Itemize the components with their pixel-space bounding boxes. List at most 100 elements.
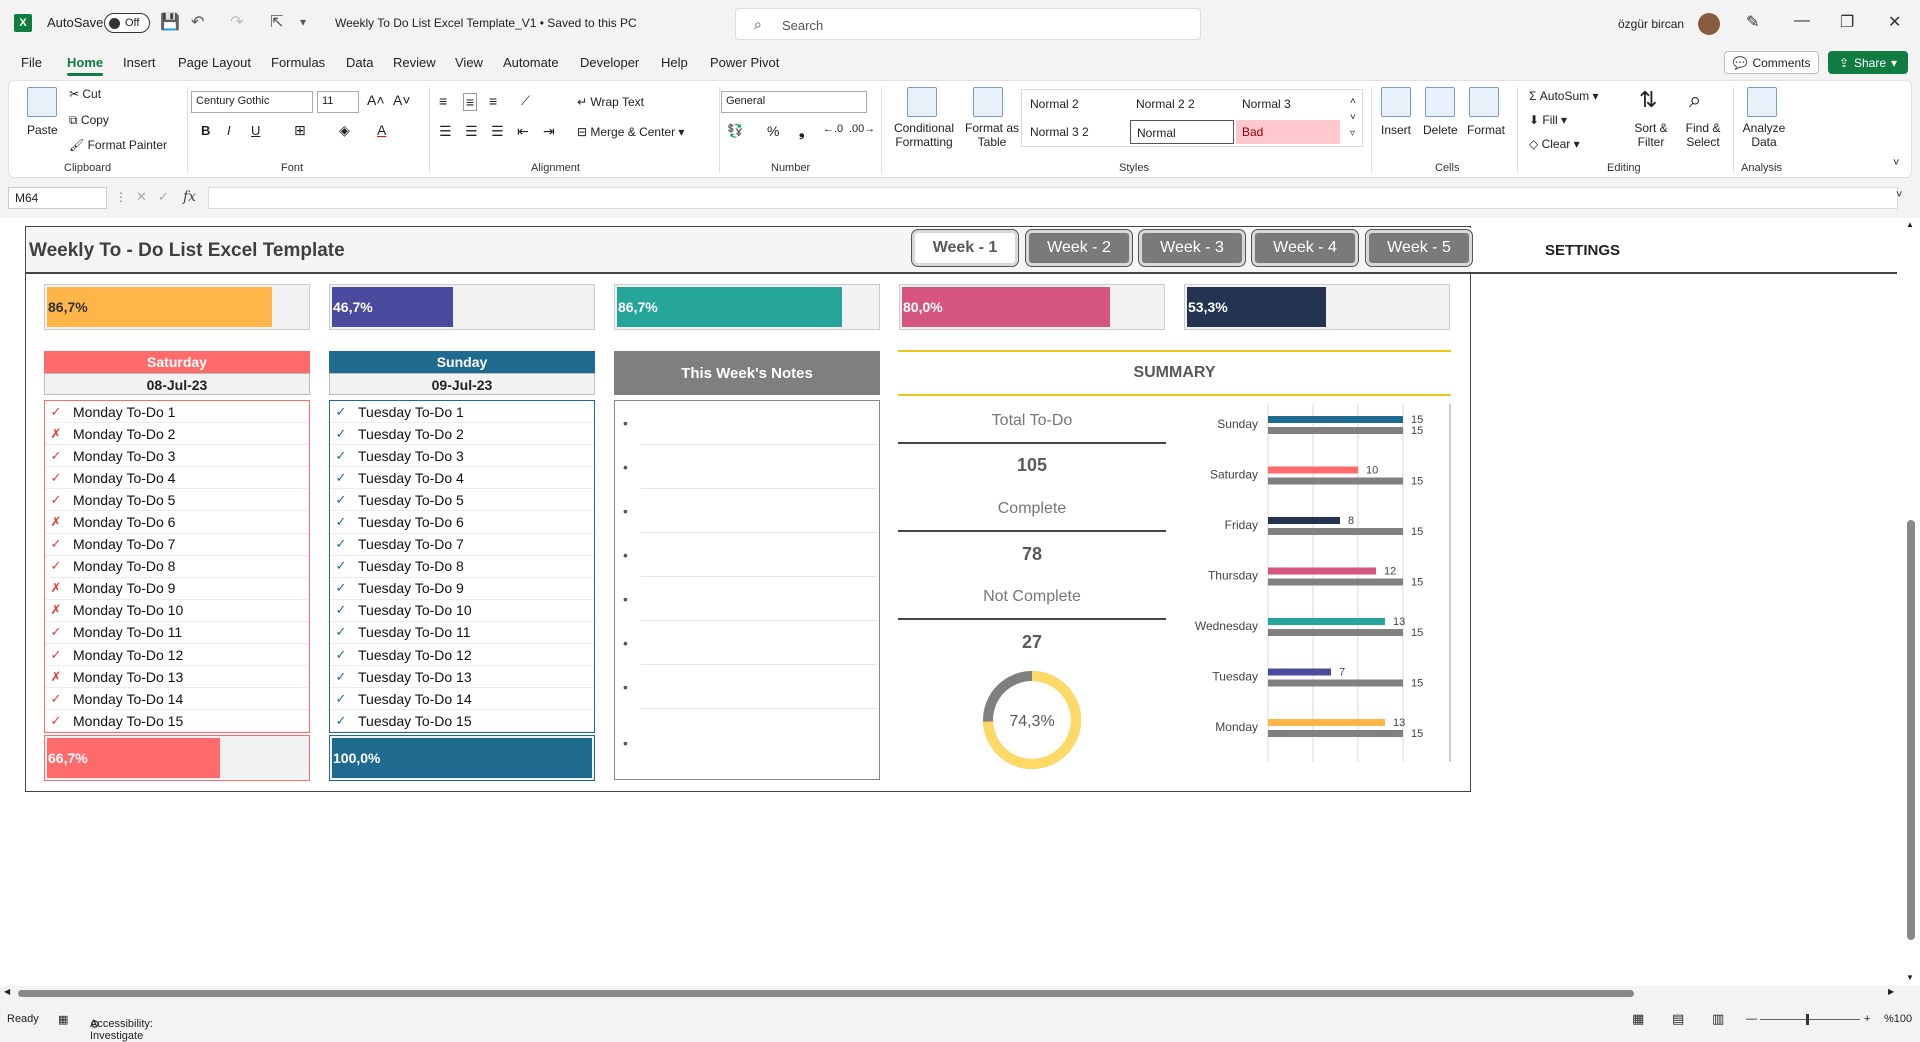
task-row[interactable]: ✓ Monday To-Do 11 [45, 622, 309, 645]
find-icon[interactable]: ⌕ [1689, 87, 1701, 113]
scroll-right-icon[interactable]: ▶ [1888, 987, 1894, 996]
task-row[interactable]: ✓ Tuesday To-Do 15 [330, 710, 594, 733]
task-row[interactable]: ✓ Monday To-Do 8 [45, 556, 309, 578]
grow-font-icon[interactable]: A˄ [367, 92, 385, 108]
note-row[interactable]: • [623, 533, 877, 577]
tab-page-layout[interactable]: Page Layout [178, 55, 251, 70]
conditional-formatting-icon[interactable] [907, 87, 937, 117]
font-size-dropdown[interactable]: 11 [317, 91, 359, 113]
orientation-icon[interactable]: ⟋ [521, 93, 530, 109]
week-2-button[interactable]: Week - 2 [1026, 230, 1132, 266]
align-left-icon[interactable]: ☰ [439, 123, 452, 140]
align-top-icon[interactable]: ≡ [439, 93, 447, 109]
task-row[interactable]: ✓ Tuesday To-Do 13 [330, 666, 594, 689]
style-normal-2[interactable]: Normal 2 [1024, 92, 1128, 116]
merge-center-button[interactable]: ⊟ Merge & Center ▾ [577, 125, 684, 139]
insert-button[interactable]: Insert [1381, 123, 1411, 137]
tab-power-pivot[interactable]: Power Pivot [710, 55, 779, 70]
autosum-button[interactable]: Σ AutoSum ▾ [1529, 89, 1598, 103]
task-row[interactable]: ✓ Tuesday To-Do 7 [330, 534, 594, 556]
format-painter-button[interactable]: 🖌 Format Painter [69, 138, 167, 152]
insert-function-icon[interactable]: fx [183, 189, 196, 205]
format-as-table-button[interactable]: Format as Table [961, 121, 1023, 149]
redo-icon[interactable]: ↷ [230, 12, 243, 32]
settings-link[interactable]: SETTINGS [1545, 242, 1620, 259]
shrink-font-icon[interactable]: A˅ [393, 92, 411, 108]
note-row[interactable]: • [623, 577, 877, 621]
tab-insert[interactable]: Insert [123, 55, 156, 70]
insert-cells-icon[interactable] [1381, 87, 1411, 117]
minimize-icon[interactable]: — [1794, 12, 1810, 30]
scroll-up-icon[interactable]: ▲ [1906, 220, 1914, 229]
share-button[interactable]: ⇪ Share ▾ [1828, 51, 1908, 74]
currency-icon[interactable]: 💱 [727, 123, 743, 139]
cancel-icon[interactable]: ✕ [136, 189, 147, 205]
scroll-down-icon[interactable]: ▼ [1906, 973, 1914, 982]
task-row[interactable]: ✗ Monday To-Do 6 [45, 511, 309, 534]
comma-icon[interactable]: ❟ [799, 123, 805, 140]
sort-filter-icon[interactable]: ⇅ [1639, 87, 1657, 113]
tab-home[interactable]: Home [67, 55, 104, 76]
task-row[interactable]: ✓ Tuesday To-Do 8 [330, 556, 594, 578]
note-row[interactable]: • [623, 445, 877, 489]
find-select-button[interactable]: Find & Select [1677, 121, 1729, 149]
task-row[interactable]: ✓ Monday To-Do 4 [45, 467, 309, 490]
delete-cells-icon[interactable] [1425, 87, 1455, 117]
style-normal[interactable]: Normal [1130, 120, 1234, 144]
comments-button[interactable]: 💬 Comments [1724, 51, 1819, 74]
horizontal-scrollbar[interactable]: ◀ ▶ [0, 986, 1902, 1000]
increase-decimal-icon[interactable]: ←.0 [823, 123, 843, 135]
format-as-table-icon[interactable] [973, 87, 1003, 117]
style-bad[interactable]: Bad [1236, 120, 1340, 144]
bold-icon[interactable]: B [201, 123, 210, 138]
pen-icon[interactable]: ✎ [1746, 12, 1759, 32]
week-5-button[interactable]: Week - 5 [1366, 230, 1472, 266]
task-row[interactable]: ✓ Tuesday To-Do 2 [330, 423, 594, 446]
scroll-left-icon[interactable]: ◀ [4, 987, 10, 996]
note-row[interactable]: • [623, 401, 877, 445]
cut-button[interactable]: ✂ Cut [69, 87, 101, 101]
delete-button[interactable]: Delete [1423, 123, 1458, 137]
tab-help[interactable]: Help [661, 55, 688, 70]
more-styles-icon[interactable]: ▿ [1350, 128, 1355, 139]
week-3-button[interactable]: Week - 3 [1139, 230, 1245, 266]
document-title[interactable]: Weekly To Do List Excel Template_V1 • Sa… [335, 16, 637, 30]
expand-formula-icon[interactable]: ˅ [1896, 189, 1902, 201]
autosave-toggle[interactable]: Off [104, 13, 150, 33]
undo-icon[interactable]: ↶ [191, 12, 204, 32]
task-row[interactable]: ✓ Monday To-Do 3 [45, 445, 309, 468]
vertical-scrollbar[interactable]: ▲ ▼ [1902, 218, 1920, 986]
page-break-view-icon[interactable]: ▥ [1712, 1011, 1724, 1027]
restore-icon[interactable]: ❐ [1840, 12, 1854, 32]
scroll-up-icon[interactable]: ˄ [1350, 96, 1356, 107]
align-bottom-icon[interactable]: ≡ [489, 93, 497, 109]
task-row[interactable]: ✓ Monday To-Do 14 [45, 688, 309, 711]
scroll-down-icon[interactable]: ˅ [1350, 112, 1356, 123]
tab-review[interactable]: Review [393, 55, 436, 70]
tab-automate[interactable]: Automate [503, 55, 559, 70]
task-row[interactable]: ✓ Tuesday To-Do 5 [330, 489, 594, 512]
zoom-level[interactable]: %100 [1884, 1013, 1912, 1025]
task-row[interactable]: ✗ Monday To-Do 13 [45, 666, 309, 689]
analyze-data-icon[interactable] [1747, 87, 1777, 117]
style-normal-3-2[interactable]: Normal 3 2 [1024, 120, 1128, 144]
wrap-text-button[interactable]: ↵ Wrap Text [577, 95, 644, 109]
task-row[interactable]: ✓ Tuesday To-Do 9 [330, 578, 594, 600]
tab-view[interactable]: View [455, 55, 483, 70]
task-row[interactable]: ✓ Tuesday To-Do 12 [330, 644, 594, 667]
borders-icon[interactable]: ⊞ [294, 122, 306, 139]
task-row[interactable]: ✓ Monday To-Do 15 [45, 710, 309, 733]
fill-button[interactable]: ⬇ Fill ▾ [1529, 113, 1567, 127]
customize-icon[interactable]: ▾ [300, 15, 306, 29]
task-row[interactable]: ✓ Tuesday To-Do 4 [330, 467, 594, 490]
enter-icon[interactable]: ✓ [158, 189, 169, 205]
zoom-slider[interactable] [1760, 1019, 1860, 1020]
fill-color-icon[interactable]: ◈ [339, 122, 350, 139]
underline-icon[interactable]: U [251, 123, 260, 138]
task-row[interactable]: ✓ Tuesday To-Do 14 [330, 688, 594, 711]
note-row[interactable]: • [623, 621, 877, 665]
user-name[interactable]: özgür bircan [1618, 17, 1684, 31]
tab-file[interactable]: File [21, 55, 42, 70]
note-row[interactable]: • [623, 665, 877, 709]
task-row[interactable]: ✗ Monday To-Do 2 [45, 423, 309, 446]
